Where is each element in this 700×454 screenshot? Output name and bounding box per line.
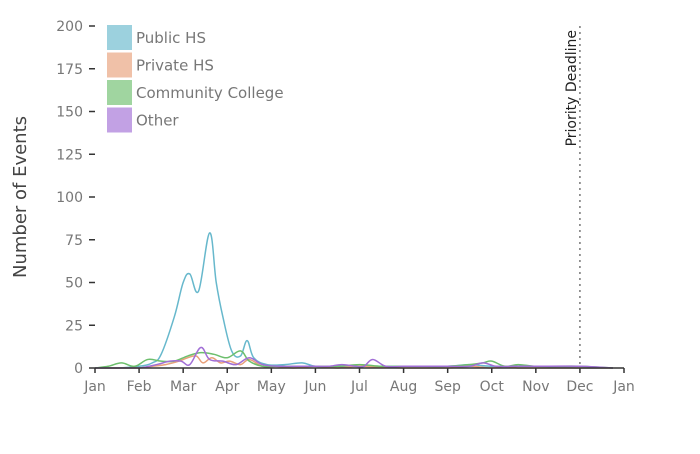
y-tick-label: 25 (65, 318, 83, 334)
series-line-public-hs (95, 232, 613, 369)
deadline-label: Priority Deadline (564, 30, 580, 146)
legend-swatch-private-hs (107, 52, 132, 78)
x-tick-label: Dec (566, 379, 593, 395)
series-group (94, 232, 614, 369)
y-tick-label: 50 (65, 276, 83, 292)
x-tick-label: Feb (127, 379, 152, 395)
x-tick-label: May (257, 379, 286, 395)
x-tick-label: Jan (83, 379, 106, 395)
y-tick-label: 75 (65, 233, 83, 249)
x-tick-label: Mar (170, 379, 197, 395)
x-tick-label: Nov (522, 379, 549, 395)
y-tick-label: 0 (74, 361, 83, 377)
legend-label-other: Other (136, 112, 179, 130)
x-tick-label: Jun (303, 379, 326, 395)
legend-swatch-community-college (107, 80, 132, 105)
legend: Public HS Private HS Community College Othe… (107, 25, 284, 133)
x-tick-label: Jul (350, 379, 368, 395)
y-tick-label: 125 (56, 147, 83, 163)
legend-label-community-college: Community College (136, 84, 284, 102)
x-tick-label: Oct (480, 379, 505, 395)
y-tick-label: 200 (56, 19, 83, 35)
x-tick-label: Sep (434, 379, 461, 395)
legend-swatch-other (107, 107, 132, 133)
chart-container: Priority Deadline Jan Feb Mar Apr May Jun Jul A… (0, 0, 700, 450)
annotation-group: Priority Deadline (564, 26, 581, 368)
line-chart: Priority Deadline Jan Feb Mar Apr May Jun Jul A… (10, 19, 635, 395)
axes-group: Jan Feb Mar Apr May Jun Jul Aug Sep Oct Nov Dec Jan0… (56, 19, 635, 395)
y-tick-label: 175 (56, 62, 83, 78)
legend-label-public-hs: Public HS (136, 29, 206, 47)
y-tick-label: 100 (56, 190, 83, 206)
legend-swatch-public-hs (107, 25, 132, 50)
x-tick-label: Aug (390, 379, 417, 395)
x-tick-label: Jan (612, 379, 635, 395)
y-axis-title: Number of Events (10, 116, 31, 278)
y-tick-label: 150 (56, 105, 83, 121)
legend-label-private-hs: Private HS (136, 57, 214, 75)
x-tick-label: Apr (215, 379, 239, 395)
